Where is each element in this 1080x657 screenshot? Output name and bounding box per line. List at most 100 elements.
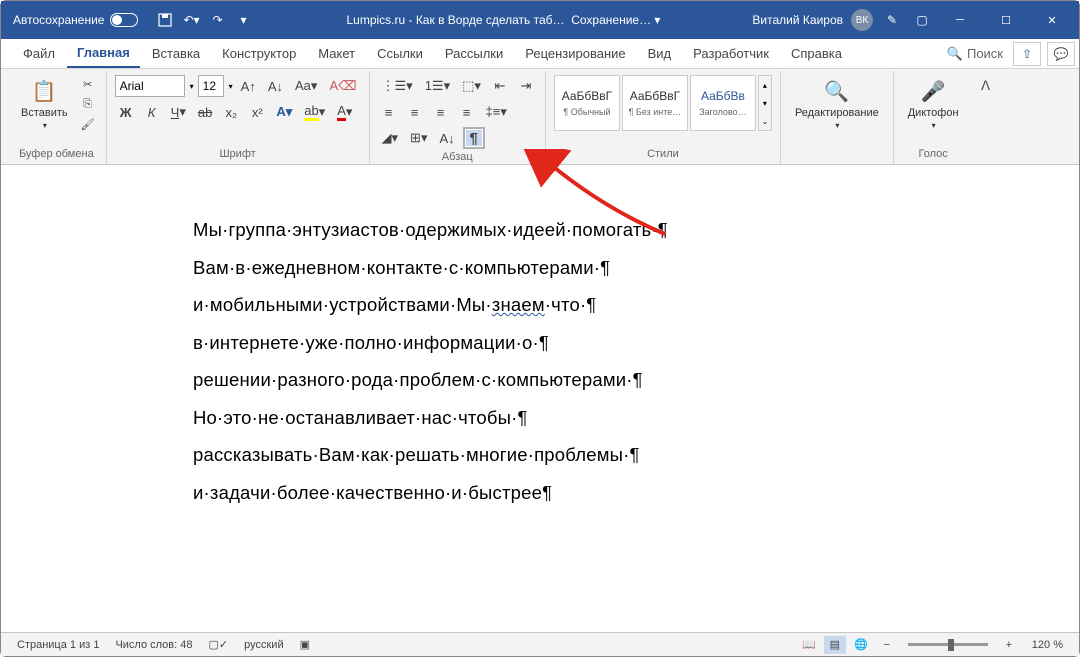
- dictate-button[interactable]: 🎤 Диктофон ▾: [902, 75, 965, 132]
- format-painter-icon[interactable]: 🖌: [78, 115, 98, 133]
- subscript-button[interactable]: x₂: [220, 101, 242, 123]
- save-icon[interactable]: [154, 9, 176, 31]
- spellcheck-icon[interactable]: ▢✓: [201, 638, 237, 651]
- paste-button[interactable]: 📋 Вставить ▾: [15, 75, 74, 132]
- align-right-icon[interactable]: ≡: [430, 101, 452, 123]
- zoom-slider[interactable]: [908, 643, 988, 646]
- superscript-button[interactable]: x²: [246, 101, 268, 123]
- zoom-out-icon[interactable]: −: [876, 636, 898, 654]
- tab-layout[interactable]: Макет: [308, 40, 365, 67]
- tab-developer[interactable]: Разработчик: [683, 40, 779, 67]
- autosave-toggle[interactable]: Автосохранение: [5, 13, 146, 27]
- document-area[interactable]: Мы·группа·энтузиастов·одержимых·идеей·по…: [1, 165, 1079, 632]
- highlight-icon[interactable]: ab▾: [300, 101, 329, 123]
- decrease-indent-icon[interactable]: ⇤: [489, 75, 511, 97]
- search-box[interactable]: 🔍 Поиск: [947, 46, 1011, 62]
- avatar[interactable]: ВК: [851, 9, 873, 31]
- page-indicator[interactable]: Страница 1 из 1: [9, 639, 107, 651]
- tab-help[interactable]: Справка: [781, 40, 852, 67]
- read-mode-icon[interactable]: 📖: [798, 636, 820, 654]
- change-case-icon[interactable]: Aa▾: [291, 75, 321, 97]
- cut-icon[interactable]: ✂: [78, 75, 98, 93]
- styles-gallery[interactable]: АаБбВвГ ¶ Обычный АаБбВвГ ¶ Без инте… Аа…: [554, 75, 772, 131]
- style-nospacing[interactable]: АаБбВвГ ¶ Без инте…: [622, 75, 688, 131]
- macro-icon[interactable]: ▣: [292, 638, 318, 651]
- align-left-icon[interactable]: ≡: [378, 101, 400, 123]
- close-button[interactable]: ✕: [1029, 1, 1075, 39]
- font-color-icon[interactable]: A▾: [333, 101, 356, 123]
- text-line[interactable]: Мы·группа·энтузиастов·одержимых·идеей·по…: [193, 221, 1079, 240]
- autosave-label: Автосохранение: [13, 13, 104, 27]
- text-line[interactable]: в·интернете·уже·полно·информации·о·¶: [193, 334, 1079, 353]
- group-paragraph: ⋮☰▾ 1☰▾ ⬚▾ ⇤ ⇥ ≡ ≡ ≡ ≡ ‡≡▾ ◢▾ ⊞▾ A↓ ¶ Аб…: [370, 71, 546, 164]
- text-line[interactable]: решении·разного·рода·проблем·с·компьютер…: [193, 371, 1079, 390]
- editing-button[interactable]: 🔍 Редактирование ▾: [789, 75, 885, 132]
- multilevel-icon[interactable]: ⬚▾: [458, 75, 485, 97]
- tab-references[interactable]: Ссылки: [367, 40, 433, 67]
- language-indicator[interactable]: русский: [236, 639, 291, 651]
- borders-icon[interactable]: ⊞▾: [406, 127, 431, 149]
- group-editing: 🔍 Редактирование ▾: [781, 71, 894, 164]
- tab-review[interactable]: Рецензирование: [515, 40, 635, 67]
- group-voice: 🎤 Диктофон ▾ Голос: [894, 71, 973, 164]
- text-line[interactable]: Вам·в·ежедневном·контакте·с·компьютерами…: [193, 259, 1079, 278]
- ribbon-display-icon[interactable]: ▢: [911, 9, 933, 31]
- underline-button[interactable]: Ч▾: [167, 101, 190, 123]
- group-label: Буфер обмена: [15, 146, 98, 162]
- tab-view[interactable]: Вид: [638, 40, 682, 67]
- bullets-icon[interactable]: ⋮☰▾: [378, 75, 417, 97]
- font-size-combo[interactable]: 12: [198, 75, 224, 97]
- numbering-icon[interactable]: 1☰▾: [421, 75, 454, 97]
- font-name-combo[interactable]: Arial: [115, 75, 185, 97]
- comments-button[interactable]: 💬: [1047, 42, 1075, 66]
- minimize-button[interactable]: ─: [937, 1, 983, 39]
- text-line[interactable]: Но·это·не·останавливает·нас·чтобы·¶: [193, 409, 1079, 428]
- tab-insert[interactable]: Вставка: [142, 40, 210, 67]
- web-layout-icon[interactable]: 🌐: [850, 636, 872, 654]
- justify-icon[interactable]: ≡: [456, 101, 478, 123]
- style-normal[interactable]: АаБбВвГ ¶ Обычный: [554, 75, 620, 131]
- zoom-in-icon[interactable]: +: [998, 636, 1020, 654]
- tab-home[interactable]: Главная: [67, 39, 140, 68]
- undo-icon[interactable]: ↶▾: [180, 9, 202, 31]
- print-layout-icon[interactable]: ▤: [824, 636, 846, 654]
- pen-icon[interactable]: ✎: [881, 9, 903, 31]
- share-button[interactable]: ⇧: [1013, 42, 1041, 66]
- strike-button[interactable]: ab: [194, 101, 216, 123]
- zoom-level[interactable]: 120 %: [1024, 639, 1071, 651]
- collapse-ribbon-icon[interactable]: ᐱ: [975, 75, 997, 97]
- maximize-button[interactable]: ☐: [983, 1, 1029, 39]
- gallery-more-icon[interactable]: ▴▾⌄: [758, 75, 772, 131]
- bold-button[interactable]: Ж: [115, 101, 137, 123]
- redo-icon[interactable]: ↷: [206, 9, 228, 31]
- tab-design[interactable]: Конструктор: [212, 40, 306, 67]
- line-spacing-icon[interactable]: ‡≡▾: [482, 101, 511, 123]
- word-count[interactable]: Число слов: 48: [107, 639, 200, 651]
- qat-more-icon[interactable]: ▾: [232, 9, 254, 31]
- group-label: Голос: [902, 146, 965, 162]
- spellcheck-word[interactable]: знаем: [492, 294, 545, 315]
- text-line[interactable]: и·мобильными·устройствами·Мы·знаем·что·¶: [193, 296, 1079, 315]
- italic-button[interactable]: К: [141, 101, 163, 123]
- text-line[interactable]: рассказывать·Вам·как·решать·многие·пробл…: [193, 446, 1079, 465]
- tab-mailings[interactable]: Рассылки: [435, 40, 513, 67]
- align-center-icon[interactable]: ≡: [404, 101, 426, 123]
- user-name: Виталий Каиров: [752, 13, 843, 27]
- text-line[interactable]: и·задачи·более·качественно·и·быстрее¶: [193, 484, 1079, 503]
- clear-format-icon[interactable]: A⌫: [325, 75, 360, 97]
- tab-file[interactable]: Файл: [13, 40, 65, 67]
- toggle-switch[interactable]: [110, 13, 138, 27]
- shrink-font-icon[interactable]: A↓: [264, 75, 287, 97]
- grow-font-icon[interactable]: A↑: [237, 75, 260, 97]
- group-clipboard: 📋 Вставить ▾ ✂ ⎘ 🖌 Буфер обмена: [7, 71, 107, 164]
- text-effects-icon[interactable]: A▾: [272, 101, 296, 123]
- sort-icon[interactable]: A↓: [435, 127, 458, 149]
- find-icon: 🔍: [823, 77, 851, 105]
- style-heading[interactable]: АаБбВв Заголово…: [690, 75, 756, 131]
- clipboard-icon: 📋: [30, 77, 58, 105]
- increase-indent-icon[interactable]: ⇥: [515, 75, 537, 97]
- shading-icon[interactable]: ◢▾: [378, 127, 403, 149]
- show-hide-pilcrow-button[interactable]: ¶: [463, 127, 485, 149]
- copy-icon[interactable]: ⎘: [78, 95, 98, 113]
- group-label: Абзац: [378, 149, 537, 165]
